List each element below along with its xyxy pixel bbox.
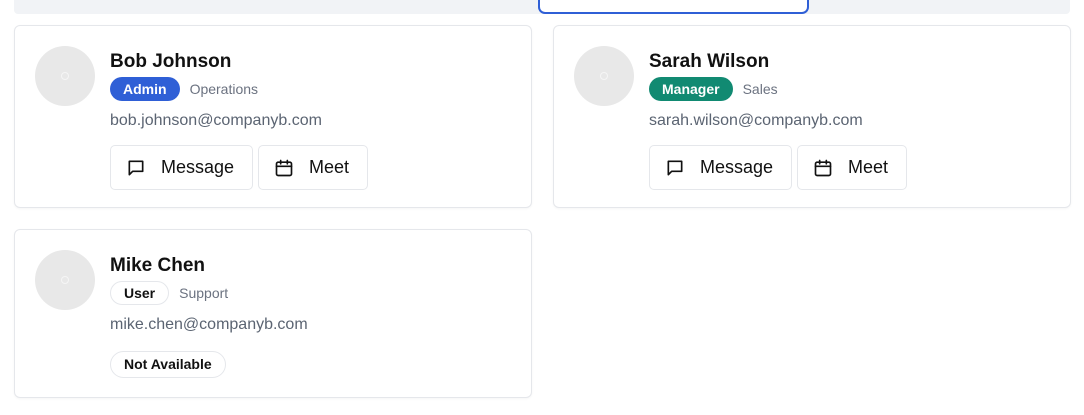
message-square-icon (667, 160, 683, 175)
avatar (35, 250, 95, 310)
user-name: Sarah Wilson (649, 51, 770, 72)
user-email: bob.johnson@companyb.com (110, 112, 322, 129)
department-label: Operations (189, 81, 259, 97)
meet-button-label: Meet (309, 157, 350, 177)
user-meta: Admin Operations (110, 77, 515, 101)
user-meta: User Support (110, 281, 515, 305)
availability-badge: Not Available (110, 351, 226, 378)
avatar (35, 46, 95, 106)
avatar-placeholder-icon (600, 72, 608, 80)
message-square-icon (128, 160, 144, 175)
user-info: Sarah Wilson Manager Sales sarah.wilson@… (649, 50, 1054, 190)
meet-button-label: Meet (848, 157, 889, 177)
card-actions: Message Meet (649, 145, 1054, 190)
role-badge: User (110, 281, 170, 305)
meet-button[interactable]: Meet (258, 145, 368, 190)
user-card: Bob Johnson Admin Operations bob.johnson… (14, 25, 532, 208)
message-button-label: Message (700, 157, 774, 177)
message-button[interactable]: Message (649, 145, 792, 190)
role-badge: Admin (110, 77, 180, 101)
avatar-placeholder-icon (61, 276, 69, 284)
avatar-placeholder-icon (61, 72, 69, 80)
meet-button[interactable]: Meet (797, 145, 907, 190)
user-name: Mike Chen (110, 255, 206, 276)
user-email: sarah.wilson@companyb.com (649, 112, 863, 129)
department-label: Support (179, 285, 229, 301)
user-email: mike.chen@companyb.com (110, 316, 308, 333)
department-label: Sales (742, 81, 778, 97)
avatar (574, 46, 634, 106)
user-card: Mike Chen User Support mike.chen@company… (14, 229, 532, 398)
message-button-label: Message (161, 157, 235, 177)
active-tab-outline[interactable] (538, 0, 809, 14)
role-badge: Manager (649, 77, 733, 101)
calendar-icon (275, 159, 293, 176)
card-actions: Message Meet (110, 145, 515, 190)
message-button[interactable]: Message (110, 145, 253, 190)
user-info: Bob Johnson Admin Operations bob.johnson… (110, 50, 515, 190)
user-card: Sarah Wilson Manager Sales sarah.wilson@… (553, 25, 1071, 208)
calendar-icon (814, 159, 832, 176)
user-meta: Manager Sales (649, 77, 1054, 101)
user-name: Bob Johnson (110, 51, 232, 72)
user-info: Mike Chen User Support mike.chen@company… (110, 254, 515, 378)
